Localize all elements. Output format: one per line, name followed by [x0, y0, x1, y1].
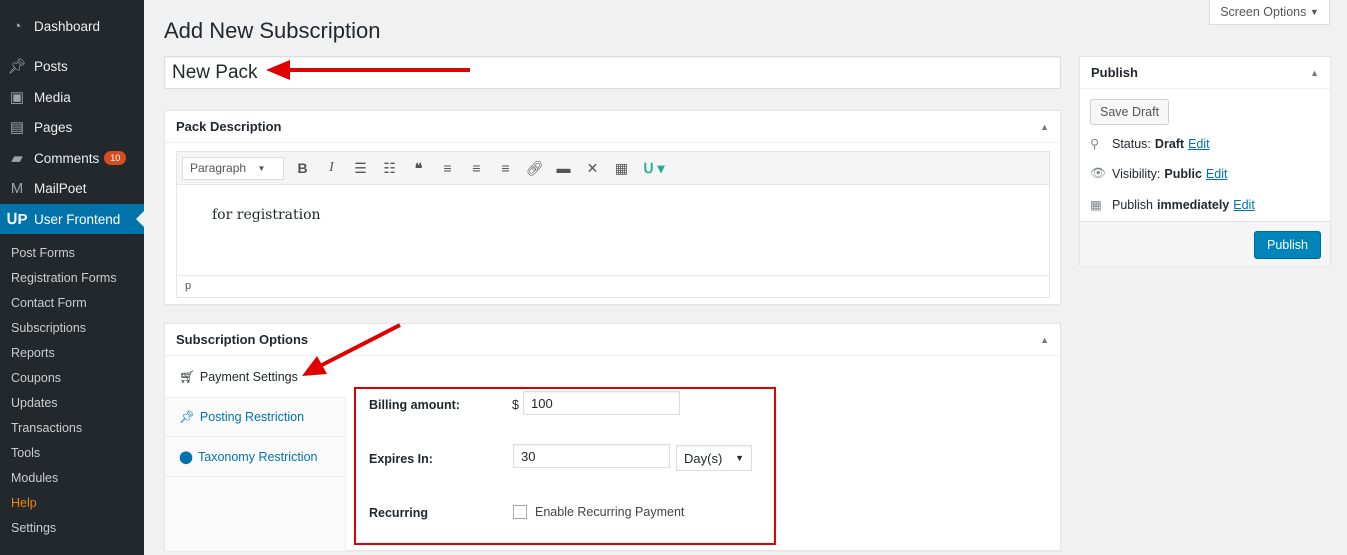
- annotation-arrowhead: [266, 60, 290, 80]
- annotation-arrow-tab: [317, 323, 401, 369]
- annotation-arrows: [266, 60, 470, 376]
